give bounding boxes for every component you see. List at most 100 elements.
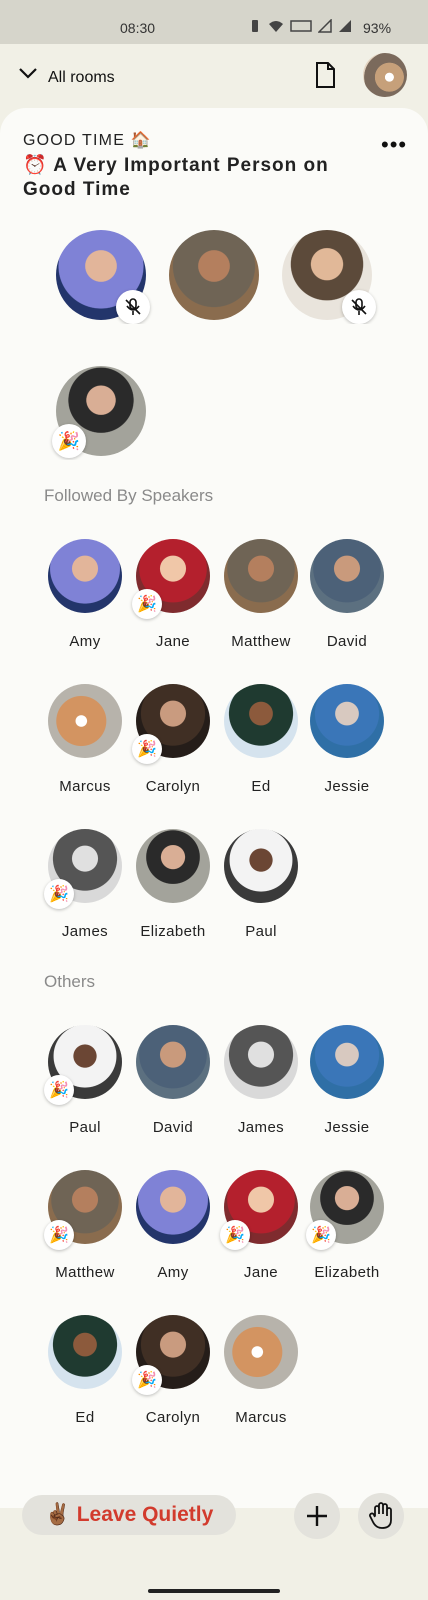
vibrate-icon (252, 20, 258, 32)
party-icon: 🎉 (52, 424, 86, 458)
person-name: Matthew (231, 633, 291, 650)
home-indicator (148, 1589, 280, 1593)
person-tile[interactable]: 🎉 Carolyn (128, 684, 218, 795)
person-name: Carolyn (145, 1409, 201, 1426)
speaker-tile[interactable] (282, 230, 376, 324)
leave-quietly-button[interactable]: ✌🏾 Leave Quietly (22, 1495, 236, 1535)
person-name: Paul (245, 923, 277, 940)
person-tile[interactable]: Amy (40, 539, 130, 650)
person-name: Ed (251, 778, 271, 795)
person-tile[interactable]: 🎉 Paul (40, 1025, 130, 1136)
status-bar: 08:30 93% (0, 0, 428, 44)
avatar (136, 829, 210, 903)
person-name: James (237, 1119, 285, 1136)
person-name: David (326, 633, 368, 650)
avatar (48, 1315, 122, 1389)
wifi-icon (269, 21, 283, 32)
person-tile[interactable]: Ed (40, 1315, 130, 1426)
person-name: David (152, 1119, 194, 1136)
person-tile[interactable]: James (216, 1025, 306, 1136)
speaker-names-clip (0, 460, 428, 474)
section-title-followed: Followed By Speakers (44, 486, 214, 505)
person-name: Marcus (235, 1409, 287, 1426)
volte-icon (290, 20, 312, 32)
add-button[interactable] (294, 1493, 340, 1539)
person-tile[interactable]: Matthew (216, 539, 306, 650)
mic-off-icon (116, 290, 150, 324)
battery-percent: 93% (363, 20, 392, 36)
person-tile[interactable]: 🎉 Elizabeth (302, 1170, 392, 1281)
room-card: GOOD TIME 🏠 ••• ⏰ A Very Important Perso… (0, 108, 428, 1508)
chevron-down-icon[interactable] (18, 66, 38, 80)
avatar (224, 829, 298, 903)
person-name: Amy (157, 1264, 189, 1281)
avatar (310, 684, 384, 758)
document-icon[interactable] (314, 61, 336, 89)
person-name: Amy (69, 633, 101, 650)
person-tile[interactable]: Marcus (40, 684, 130, 795)
top-bar: All rooms (0, 44, 428, 108)
person-tile[interactable]: Amy (128, 1170, 218, 1281)
person-name: Paul (69, 1119, 101, 1136)
status-time: 08:30 (120, 20, 156, 36)
speaker-names-clip (0, 324, 428, 338)
party-icon: 🎉 (44, 879, 74, 909)
person-tile[interactable]: 🎉 Carolyn (128, 1315, 218, 1426)
person-name: Matthew (55, 1264, 115, 1281)
speaker-tile[interactable] (169, 230, 259, 320)
party-icon: 🎉 (132, 589, 162, 619)
person-tile[interactable]: Jessie (302, 684, 392, 795)
person-name: Ed (75, 1409, 95, 1426)
person-name: Marcus (59, 778, 111, 795)
avatar (224, 539, 298, 613)
room-title: ⏰ A Very Important Person on Good Time (23, 155, 329, 200)
person-name: Elizabeth (140, 923, 206, 940)
signal-full-icon (339, 20, 351, 32)
signal-icon (318, 19, 332, 33)
person-name: James (61, 923, 109, 940)
person-tile[interactable]: Ed (216, 684, 306, 795)
person-tile[interactable]: Paul (216, 829, 306, 940)
party-icon: 🎉 (306, 1220, 336, 1250)
person-name: Jane (155, 633, 191, 650)
party-icon: 🎉 (132, 734, 162, 764)
raise-hand-button[interactable] (358, 1493, 404, 1539)
person-tile[interactable]: David (302, 539, 392, 650)
avatar (224, 684, 298, 758)
hand-icon (369, 1502, 392, 1529)
speaker-tile[interactable]: 🎉 (52, 366, 146, 458)
profile-avatar[interactable] (363, 53, 407, 97)
avatar (136, 1170, 210, 1244)
avatar (136, 1025, 210, 1099)
person-tile[interactable]: Jessie (302, 1025, 392, 1136)
person-tile[interactable]: 🎉 Matthew (40, 1170, 130, 1281)
club-label[interactable]: GOOD TIME 🏠 (23, 130, 152, 150)
person-name: Carolyn (145, 778, 201, 795)
party-icon: 🎉 (44, 1220, 74, 1250)
person-tile[interactable]: 🎉 Jane (128, 539, 218, 650)
section-title-others: Others (44, 972, 96, 991)
person-tile[interactable]: David (128, 1025, 218, 1136)
all-rooms-button[interactable]: All rooms (48, 69, 115, 87)
speaker-tile[interactable] (56, 230, 150, 324)
person-tile[interactable]: Elizabeth (128, 829, 218, 940)
avatar (48, 539, 122, 613)
more-options-button[interactable]: ••• (381, 132, 407, 158)
avatar (224, 1315, 298, 1389)
person-tile[interactable]: 🎉 Jane (216, 1170, 306, 1281)
party-icon: 🎉 (44, 1075, 74, 1105)
person-name: Jessie (324, 1119, 370, 1136)
avatar (310, 539, 384, 613)
party-icon: 🎉 (132, 1365, 162, 1395)
plus-icon (307, 1506, 327, 1526)
person-tile[interactable]: 🎉 James (40, 829, 130, 940)
avatar (310, 1025, 384, 1099)
person-name: Jane (243, 1264, 279, 1281)
person-tile[interactable]: Marcus (216, 1315, 306, 1426)
avatar (224, 1025, 298, 1099)
status-icons (248, 19, 352, 33)
person-name: Elizabeth (314, 1264, 380, 1281)
person-name: Jessie (324, 778, 370, 795)
mic-off-icon (342, 290, 376, 324)
avatar (48, 684, 122, 758)
